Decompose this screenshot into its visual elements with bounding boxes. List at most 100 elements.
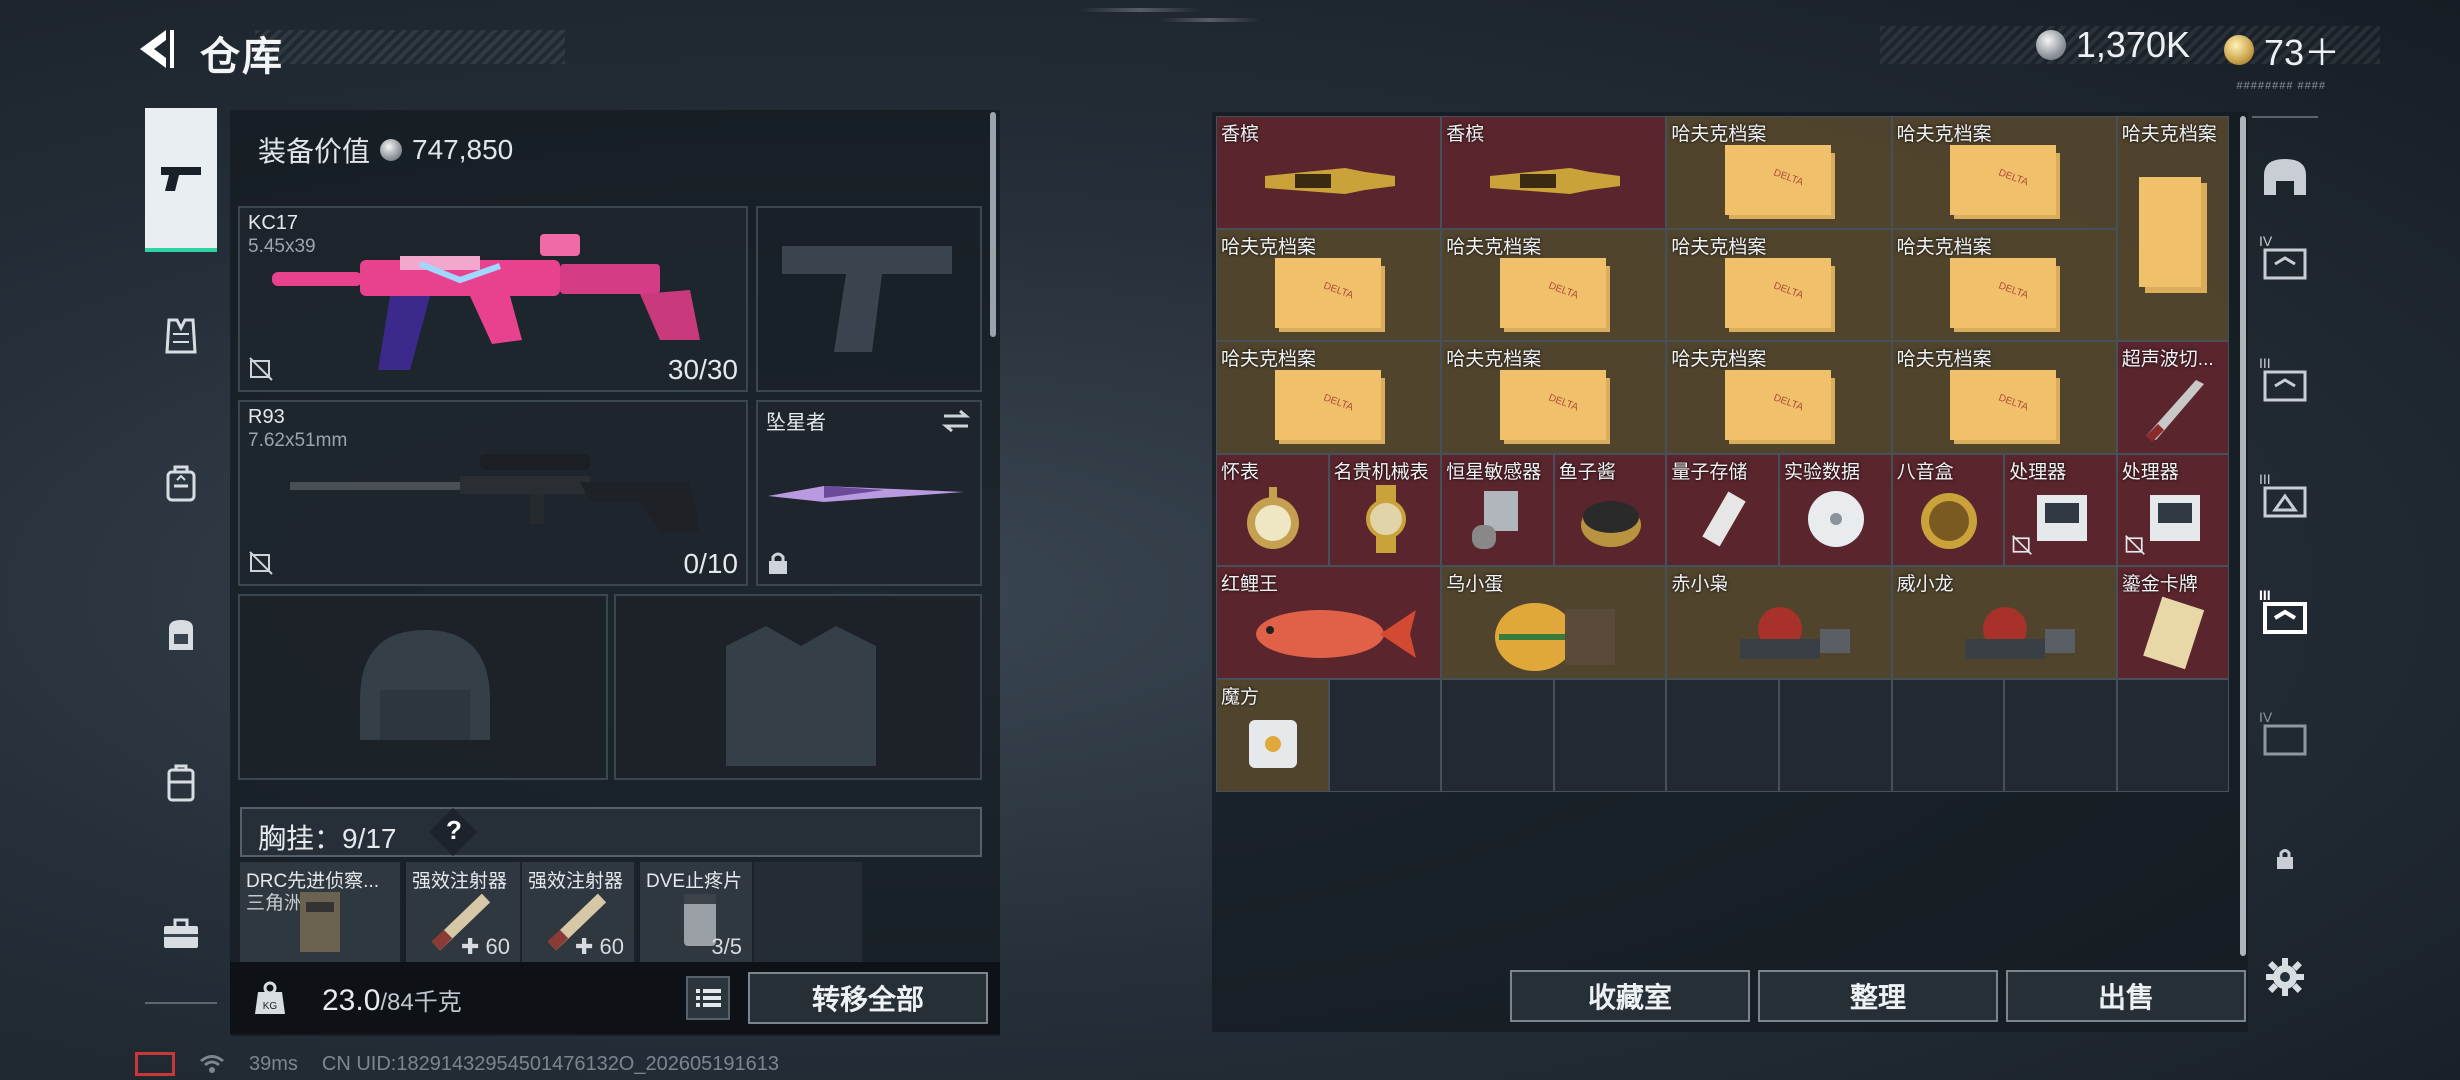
- knife-image: [2134, 366, 2214, 451]
- stash-item[interactable]: 香槟: [1441, 116, 1667, 229]
- equipment-scrollbar[interactable]: [990, 112, 996, 337]
- stash-item[interactable]: 哈夫克档案 DELTA: [1891, 341, 2117, 454]
- stash-tab-iv[interactable]: IV: [2250, 224, 2320, 294]
- stash-item[interactable]: 哈夫克档案 DELTA: [1891, 228, 2117, 342]
- stash-item[interactable]: 香槟: [1216, 116, 1442, 229]
- stash-item[interactable]: 哈夫克档案 DELTA: [1441, 341, 1667, 454]
- helmet-slot[interactable]: [238, 594, 608, 780]
- stash-item[interactable]: 鎏金卡牌: [2116, 566, 2230, 679]
- stash-scrollbar[interactable]: [2240, 116, 2246, 956]
- stash-cell-empty[interactable]: [1441, 679, 1554, 792]
- tab-bag[interactable]: [135, 588, 227, 680]
- silver-coin-icon: [2035, 30, 2066, 60]
- list-view-button[interactable]: [686, 976, 730, 1020]
- stash-cell-empty[interactable]: [1553, 679, 1667, 792]
- right-sidebar-divider: [2252, 116, 2318, 118]
- sort-button[interactable]: 整理: [1758, 970, 1998, 1022]
- stash-cell-empty[interactable]: [1666, 679, 1779, 792]
- weight-current: 23.0: [322, 984, 381, 1017]
- stash-cell-empty[interactable]: [2116, 679, 2230, 792]
- svg-text:III: III: [2259, 587, 2271, 603]
- sell-button[interactable]: 出售: [2006, 970, 2246, 1022]
- stash-item-name: 魔方: [1221, 687, 1260, 708]
- settings-button[interactable]: [2250, 942, 2320, 1012]
- stash-cell-empty[interactable]: [1891, 679, 2005, 792]
- stash-tab-locked[interactable]: [2250, 824, 2320, 894]
- silver-currency[interactable]: 1,370K: [2035, 24, 2190, 66]
- stash-item-name: 哈夫克档案: [1671, 236, 1767, 258]
- stash-item[interactable]: 名贵机械表: [1328, 453, 1442, 567]
- armor-slot[interactable]: [614, 594, 982, 780]
- folder-image: DELTA: [1940, 252, 2070, 340]
- bottle-image: [1480, 156, 1630, 211]
- stash-item[interactable]: 处理器: [2004, 453, 2117, 567]
- stash-item[interactable]: 魔方: [1216, 679, 1329, 792]
- chest-item[interactable]: 强效注射器 ✚ 60: [406, 862, 522, 962]
- melee-slot[interactable]: 坠星者: [756, 400, 982, 586]
- stash-item[interactable]: 实验数据: [1779, 453, 1892, 567]
- vest-icon: [165, 318, 197, 354]
- stash-item[interactable]: 恒星敏感器: [1441, 453, 1554, 567]
- stash-home-tab[interactable]: [2250, 142, 2320, 212]
- stash-item[interactable]: 哈夫克档案 DELTA: [1891, 116, 2117, 229]
- stash-item[interactable]: 赤小枭: [1666, 566, 1892, 679]
- stash-tab-iv-b[interactable]: IV: [2250, 700, 2320, 770]
- back-button[interactable]: [130, 24, 178, 74]
- stash-item-name: 哈夫克档案: [1446, 349, 1542, 371]
- stash-cell-empty[interactable]: [1779, 679, 1892, 792]
- stash-item-name: 八音盒: [1896, 461, 1954, 483]
- chest-item[interactable]: DRC先进侦察... 三角洲: [240, 862, 402, 962]
- stash-item-name: 哈夫克档案: [1896, 349, 1992, 371]
- stash-tab-iii-b[interactable]: III: [2250, 462, 2320, 532]
- stash-item-name: 赤小枭: [1671, 574, 1729, 596]
- equipment-value-label: 装备价值: [258, 136, 371, 167]
- stash-cell-empty[interactable]: [1328, 679, 1442, 792]
- no-mod-icon: [248, 550, 274, 576]
- pistol-slot[interactable]: [756, 206, 982, 392]
- stash-cell-empty[interactable]: [2004, 679, 2117, 792]
- stash-item[interactable]: 哈夫克档案 DELTA: [1666, 116, 1892, 229]
- stash-item[interactable]: 量子存储: [1666, 453, 1779, 567]
- stash-page-icon: IV: [2259, 709, 2307, 756]
- tab-case[interactable]: [135, 738, 227, 830]
- chest-item[interactable]: DVE止疼片 3/5: [640, 862, 754, 962]
- stash-item[interactable]: 八音盒: [1891, 453, 2005, 567]
- kc17-rifle-image: [272, 234, 700, 370]
- stash-item[interactable]: 哈夫克档案 DELTA: [1216, 341, 1442, 454]
- chest-item[interactable]: 强效注射器 ✚ 60: [522, 862, 636, 962]
- stash-item[interactable]: 红鲤王: [1216, 566, 1442, 679]
- silver-amount: 1,370K: [2075, 24, 2190, 65]
- stash-item[interactable]: 哈夫克档案: [2116, 116, 2230, 342]
- primary-weapon-slot[interactable]: KC17 5.45x39 30/30: [238, 206, 748, 392]
- chest-slot-empty[interactable]: [754, 862, 864, 962]
- stash-item-name: 红鲤王: [1221, 574, 1279, 596]
- help-icon-glyph: ?: [446, 815, 462, 845]
- stash-item-name: 量子存储: [1671, 461, 1748, 483]
- secondary-weapon-slot[interactable]: R93 7.62x51mm 0/10: [238, 400, 748, 586]
- usb-image: [1684, 479, 1764, 564]
- stash-item[interactable]: 哈夫克档案 DELTA: [1216, 228, 1442, 342]
- gold-currency[interactable]: 73＋: [2223, 24, 2340, 76]
- stash-item[interactable]: 处理器: [2116, 453, 2230, 567]
- chest-rig-header: 胸挂：9/17 ?: [240, 807, 982, 857]
- stash-item[interactable]: 鱼子酱: [1553, 453, 1667, 567]
- tab-toolbox[interactable]: [135, 888, 227, 980]
- stash-item[interactable]: 威小龙: [1891, 566, 2117, 679]
- stash-item[interactable]: 乌小蛋: [1441, 566, 1667, 679]
- stash-item[interactable]: 超声波切...: [2116, 341, 2230, 454]
- silver-coin-icon: [380, 139, 403, 161]
- tab-vest[interactable]: [135, 290, 227, 382]
- tab-weapons[interactable]: [145, 108, 217, 252]
- transfer-all-button[interactable]: 转移全部: [748, 972, 988, 1024]
- swap-icon[interactable]: [940, 408, 972, 439]
- stash-item[interactable]: 哈夫克档案 DELTA: [1666, 341, 1892, 454]
- stash-item[interactable]: 哈夫克档案 DELTA: [1441, 228, 1667, 342]
- chest-item-qty: ✚ 60: [574, 934, 624, 959]
- stash-item[interactable]: 哈夫克档案 DELTA: [1666, 228, 1892, 342]
- stash-item[interactable]: 怀表: [1216, 453, 1329, 567]
- stash-tab-iii-c[interactable]: III: [2250, 578, 2320, 648]
- no-mod-icon: [248, 356, 274, 382]
- stash-tab-iii-a[interactable]: III: [2250, 346, 2320, 416]
- tab-backpack[interactable]: [135, 438, 227, 530]
- collection-room-button[interactable]: 收藏室: [1510, 970, 1750, 1022]
